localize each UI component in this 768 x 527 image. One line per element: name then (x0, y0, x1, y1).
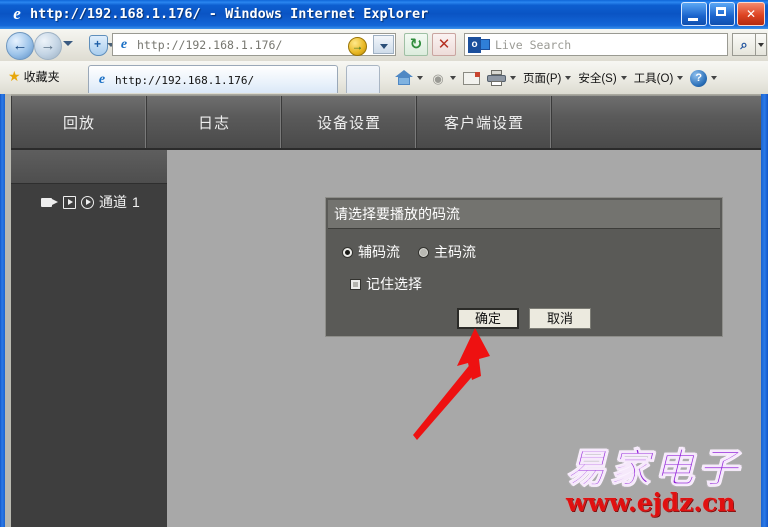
radio-main-stream[interactable] (418, 246, 429, 258)
ok-button[interactable]: 确定 (457, 308, 519, 329)
home-icon (395, 70, 413, 86)
window-right-border (761, 94, 768, 527)
play-circle-icon[interactable] (81, 195, 94, 209)
search-provider-dropdown[interactable] (756, 33, 767, 56)
chevron-down-icon (711, 76, 718, 80)
security-shield-icon[interactable]: + (88, 34, 115, 56)
live-search-provider-icon: o (468, 37, 490, 53)
watermark: 易家电子 www.ejdz.cn (566, 445, 758, 519)
chevron-down-icon (758, 43, 764, 47)
tools-menu-button[interactable]: 工具(O) (631, 66, 687, 90)
back-button[interactable]: ← (6, 32, 34, 60)
mail-button[interactable] (460, 66, 483, 90)
cancel-button[interactable]: 取消 (529, 308, 591, 329)
chevron-down-icon (417, 76, 423, 80)
address-input[interactable]: http://192.168.1.176/ (137, 37, 282, 54)
mail-icon (463, 71, 480, 85)
go-button[interactable]: → (348, 37, 367, 56)
search-submit-button[interactable]: ⌕ (732, 33, 756, 56)
go-arrow-icon: → (351, 39, 364, 53)
forward-button[interactable]: → (34, 32, 62, 60)
address-favicon-icon: e (120, 37, 128, 52)
window-controls: ✕ (681, 2, 765, 26)
navigation-toolbar: ← → + e http://192.168.1.176/ → ↻ ✕ o Li… (0, 29, 768, 62)
rss-icon: ◉ (432, 70, 444, 86)
new-tab-button[interactable] (346, 65, 380, 93)
favorites-button[interactable]: ★ 收藏夹 (8, 67, 60, 86)
chevron-down-icon (620, 76, 627, 80)
safety-menu-label: 安全(S) (578, 73, 617, 85)
channel-number: 1 (132, 194, 140, 210)
video-camera-icon[interactable] (41, 197, 58, 208)
search-box[interactable]: o Live Search (464, 33, 728, 56)
page-menu-button[interactable]: 页面(P) (520, 66, 574, 90)
dialog-title: 请选择要播放的码流 (328, 200, 720, 229)
command-bar: ◉ 页面(P) 安全(S) 工具(O) ? (392, 65, 720, 91)
feeds-button[interactable]: ◉ (427, 66, 459, 90)
dialog-buttons: 确定 取消 (328, 308, 720, 329)
tab-label: http://192.168.1.176/ (115, 74, 255, 87)
search-input[interactable]: Live Search (495, 37, 571, 54)
dialog-body: 辅码流 主码流 记住选择 确定 取消 (328, 230, 720, 334)
chevron-down-icon (450, 76, 456, 80)
radio-sub-stream-label: 辅码流 (358, 244, 400, 260)
chevron-down-icon (677, 76, 684, 80)
refresh-button[interactable]: ↻ (404, 33, 428, 56)
help-icon: ? (690, 69, 708, 87)
stop-button[interactable]: ✕ (432, 33, 456, 56)
print-button[interactable] (484, 66, 519, 90)
help-menu-button[interactable]: ? (687, 66, 720, 90)
internet-explorer-icon: e (13, 4, 21, 23)
address-history-dropdown[interactable] (373, 35, 394, 54)
tab-client-settings[interactable]: 客户端设置 (417, 96, 552, 148)
watermark-brand: 易家电子 (566, 445, 742, 493)
tab-log[interactable]: 日志 (147, 96, 282, 148)
close-icon: ✕ (745, 7, 757, 21)
minimize-button[interactable] (681, 2, 707, 26)
tab-device-settings[interactable]: 设备设置 (282, 96, 417, 148)
tools-menu-label: 工具(O) (633, 73, 674, 85)
remember-choice-checkbox[interactable] (350, 278, 361, 290)
star-icon: ★ (8, 68, 21, 84)
sidebar-header (11, 150, 167, 184)
chevron-down-icon (565, 76, 572, 80)
channel-label: 通道 (99, 194, 127, 210)
chevron-down-icon (380, 44, 388, 49)
page-menu-label: 页面(P) (523, 73, 562, 85)
forward-arrow-icon: → (40, 37, 56, 54)
stream-selection-dialog: 请选择要播放的码流 辅码流 主码流 记住选择 确定 取消 (325, 197, 723, 337)
tab-favicon-icon: e (98, 72, 106, 87)
maximize-button[interactable] (709, 2, 735, 26)
browser-window: e http://192.168.1.176/ - Windows Intern… (0, 0, 768, 527)
window-title: http://192.168.1.176/ - Windows Internet… (30, 6, 429, 22)
remember-choice-label: 记住选择 (366, 276, 422, 292)
app-navigation-tabs: 回放 日志 设备设置 客户端设置 (11, 95, 761, 150)
remember-choice-row: 记住选择 (350, 274, 422, 294)
tab-and-command-bar: ★ 收藏夹 e http://192.168.1.176/ ◉ 页面(P) 安全… (0, 61, 768, 95)
favorites-label: 收藏夹 (23, 70, 60, 84)
radio-sub-stream[interactable] (342, 246, 353, 258)
sidebar-item-channel-1[interactable]: 通道 1 (41, 192, 140, 212)
home-button[interactable] (392, 66, 426, 90)
browser-tab[interactable]: e http://192.168.1.176/ (88, 65, 338, 93)
channel-sidebar: 通道 1 (11, 150, 167, 527)
safety-menu-button[interactable]: 安全(S) (575, 66, 629, 90)
tab-playback[interactable]: 回放 (11, 96, 147, 148)
stream-radio-group: 辅码流 主码流 (342, 242, 476, 262)
recent-pages-chevron-down-icon[interactable] (63, 41, 73, 46)
title-bar: e http://192.168.1.176/ - Windows Intern… (0, 0, 768, 30)
app-nav-filler (552, 96, 761, 148)
play-square-icon[interactable] (63, 195, 76, 209)
back-arrow-icon: ← (12, 37, 28, 54)
close-button[interactable]: ✕ (737, 2, 765, 26)
radio-main-stream-label: 主码流 (434, 244, 476, 260)
print-icon (487, 70, 506, 86)
chevron-down-icon (510, 76, 516, 80)
watermark-url: www.ejdz.cn (566, 488, 736, 517)
address-bar[interactable]: e http://192.168.1.176/ → (112, 33, 396, 56)
